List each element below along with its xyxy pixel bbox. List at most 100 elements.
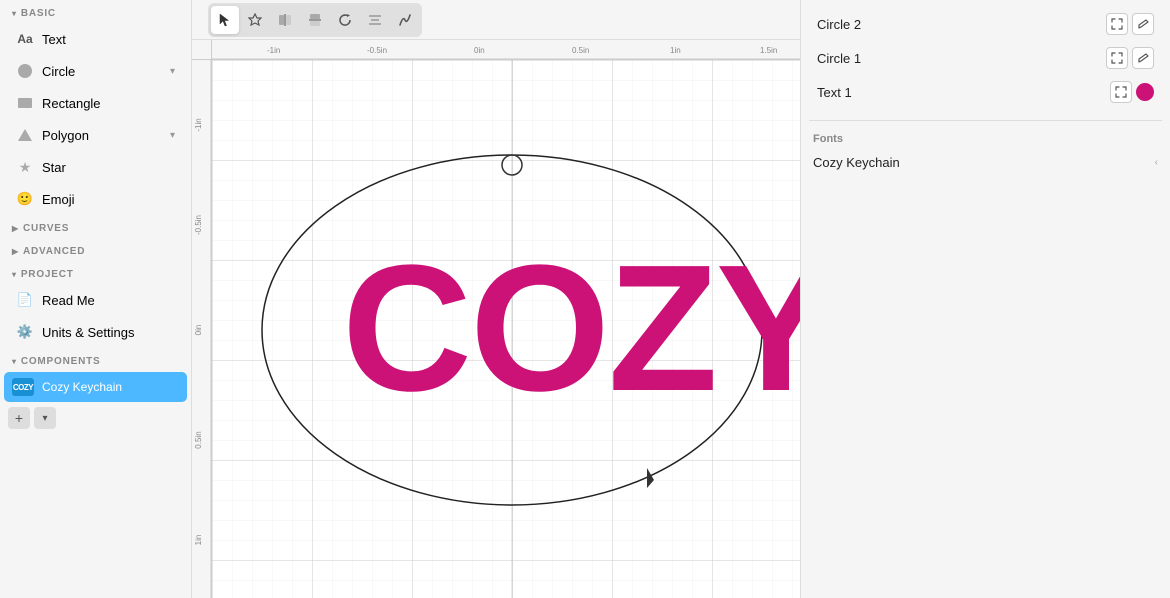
section-components[interactable]: ▾ COMPONENTS bbox=[0, 348, 191, 371]
ruler-corner bbox=[192, 40, 212, 60]
sidebar-item-star-label: Star bbox=[42, 160, 66, 175]
ruler-label-left-05in: 0.5in bbox=[194, 431, 203, 448]
align-button[interactable] bbox=[361, 6, 389, 34]
toolbar-group bbox=[208, 3, 422, 37]
sidebar-item-rectangle[interactable]: Rectangle bbox=[4, 88, 187, 118]
path-button[interactable] bbox=[391, 6, 419, 34]
polygon-icon bbox=[16, 126, 34, 144]
text1-color-dot[interactable] bbox=[1136, 83, 1154, 101]
ruler-label-0in: 0in bbox=[474, 46, 485, 55]
ruler-label-15in: 1.5in bbox=[760, 46, 777, 55]
layers-list: Circle 2 Circle 1 bbox=[801, 0, 1170, 116]
flip-h-button[interactable] bbox=[271, 6, 299, 34]
sidebar-item-emoji[interactable]: 🙂 Emoji bbox=[4, 184, 187, 214]
align-icon bbox=[368, 13, 382, 27]
sidebar-item-polygon[interactable]: Polygon ▾ bbox=[4, 120, 187, 150]
section-curves[interactable]: ▶ CURVES bbox=[0, 215, 191, 238]
font-name: Cozy Keychain bbox=[813, 155, 900, 170]
circle2-edit-button[interactable] bbox=[1132, 13, 1154, 35]
rotate-icon bbox=[338, 13, 352, 27]
chevron-curves-icon: ▶ bbox=[12, 224, 19, 233]
select-tool-button[interactable] bbox=[211, 6, 239, 34]
node-tool-icon bbox=[248, 13, 262, 27]
text1-resize-button[interactable] bbox=[1110, 81, 1132, 103]
ruler-label-minus05in: -0.5in bbox=[367, 46, 387, 55]
circle-chevron-icon: ▾ bbox=[170, 66, 175, 77]
cursor-indicator bbox=[647, 468, 654, 488]
right-panel: Circle 2 Circle 1 bbox=[800, 0, 1170, 598]
sidebar-item-readme[interactable]: 📄 Read Me bbox=[4, 285, 187, 315]
circle1-resize-button[interactable] bbox=[1106, 47, 1128, 69]
component-dropdown-button[interactable]: ▾ bbox=[34, 407, 56, 429]
components-footer: + ▾ bbox=[0, 403, 191, 433]
main-area: -1in -0.5in 0in 0.5in 1in 1.5in -1in -0.… bbox=[192, 0, 800, 598]
ruler-label-left-0in: 0in bbox=[194, 325, 203, 336]
section-advanced-label: ADVANCED bbox=[23, 246, 85, 257]
text-aa-icon: Aa bbox=[16, 30, 34, 48]
font-chevron-icon: ‹ bbox=[1155, 157, 1158, 168]
emoji-icon: 🙂 bbox=[16, 190, 34, 208]
resize-icon-2 bbox=[1111, 52, 1123, 64]
cozy-text[interactable]: COZY bbox=[342, 228, 800, 429]
canvas-svg[interactable]: COZY bbox=[212, 60, 800, 598]
circle2-resize-button[interactable] bbox=[1106, 13, 1128, 35]
ruler-label-05in: 0.5in bbox=[572, 46, 589, 55]
ruler-left-svg: -1in -0.5in 0in 0.5in 1in bbox=[192, 60, 212, 598]
rotate-button[interactable] bbox=[331, 6, 359, 34]
edit-path-icon-2 bbox=[1137, 52, 1149, 64]
sidebar-item-text[interactable]: Aa Text bbox=[4, 24, 187, 54]
sidebar: ▾ BASIC Aa Text Circle ▾ Rectangle bbox=[0, 0, 192, 598]
layer-circle2[interactable]: Circle 2 bbox=[809, 8, 1162, 40]
polygon-chevron-icon: ▾ bbox=[170, 130, 175, 141]
section-project[interactable]: ▾ PROJECT bbox=[0, 261, 191, 284]
ruler-label-1in: 1in bbox=[670, 46, 681, 55]
canvas-wrapper[interactable]: -1in -0.5in 0in 0.5in 1in 1.5in -1in -0.… bbox=[192, 40, 800, 598]
canvas-content[interactable]: COZY bbox=[212, 60, 800, 598]
sidebar-item-rectangle-label: Rectangle bbox=[42, 96, 101, 111]
font-row[interactable]: Cozy Keychain ‹ bbox=[813, 151, 1158, 174]
chevron-components-icon: ▾ bbox=[12, 357, 17, 366]
section-advanced[interactable]: ▶ ADVANCED bbox=[0, 238, 191, 261]
sidebar-item-readme-label: Read Me bbox=[42, 293, 95, 308]
chevron-project-icon: ▾ bbox=[12, 270, 17, 279]
section-basic-label: BASIC bbox=[21, 8, 56, 19]
ruler-left: -1in -0.5in 0in 0.5in 1in bbox=[192, 60, 212, 598]
readme-icon: 📄 bbox=[16, 291, 34, 309]
flip-h-icon bbox=[278, 13, 292, 27]
layer-text1-label: Text 1 bbox=[817, 85, 852, 100]
chevron-advanced-icon: ▶ bbox=[12, 247, 19, 256]
sidebar-item-polygon-label: Polygon bbox=[42, 128, 89, 143]
ruler-label-left-1in: 1in bbox=[194, 535, 203, 546]
sidebar-item-units[interactable]: ⚙️ Units & Settings bbox=[4, 317, 187, 347]
fonts-section: Fonts Cozy Keychain ‹ bbox=[801, 125, 1170, 182]
sidebar-item-emoji-label: Emoji bbox=[42, 192, 75, 207]
sidebar-item-star[interactable]: ★ Star bbox=[4, 152, 187, 182]
section-basic[interactable]: ▾ BASIC bbox=[0, 0, 191, 23]
circle1-edit-button[interactable] bbox=[1132, 47, 1154, 69]
layer-circle1[interactable]: Circle 1 bbox=[809, 42, 1162, 74]
layer-circle1-label: Circle 1 bbox=[817, 51, 861, 66]
settings-icon: ⚙️ bbox=[16, 323, 34, 341]
component-cozy-icon: COZY bbox=[12, 378, 34, 396]
fonts-label: Fonts bbox=[813, 133, 1158, 145]
resize-icon bbox=[1111, 18, 1123, 30]
select-tool-icon bbox=[219, 13, 231, 27]
sidebar-item-circle[interactable]: Circle ▾ bbox=[4, 56, 187, 86]
path-icon bbox=[398, 13, 412, 27]
component-cozy-keychain[interactable]: COZY Cozy Keychain bbox=[4, 372, 187, 402]
add-component-button[interactable]: + bbox=[8, 407, 30, 429]
ruler-label-left-minus1in: -1in bbox=[194, 118, 203, 131]
ruler-top: -1in -0.5in 0in 0.5in 1in 1.5in bbox=[212, 40, 800, 60]
flip-v-button[interactable] bbox=[301, 6, 329, 34]
sidebar-item-units-label: Units & Settings bbox=[42, 325, 135, 340]
node-tool-button[interactable] bbox=[241, 6, 269, 34]
sidebar-item-text-label: Text bbox=[42, 32, 66, 47]
layer-text1[interactable]: Text 1 bbox=[809, 76, 1162, 108]
resize-icon-3 bbox=[1115, 86, 1127, 98]
toolbar bbox=[192, 0, 800, 40]
chevron-basic-icon: ▾ bbox=[12, 9, 17, 18]
sidebar-item-circle-label: Circle bbox=[42, 64, 75, 79]
ruler-top-svg: -1in -0.5in 0in 0.5in 1in 1.5in bbox=[212, 40, 800, 60]
circle-icon bbox=[16, 62, 34, 80]
component-cozy-label: Cozy Keychain bbox=[42, 380, 122, 394]
